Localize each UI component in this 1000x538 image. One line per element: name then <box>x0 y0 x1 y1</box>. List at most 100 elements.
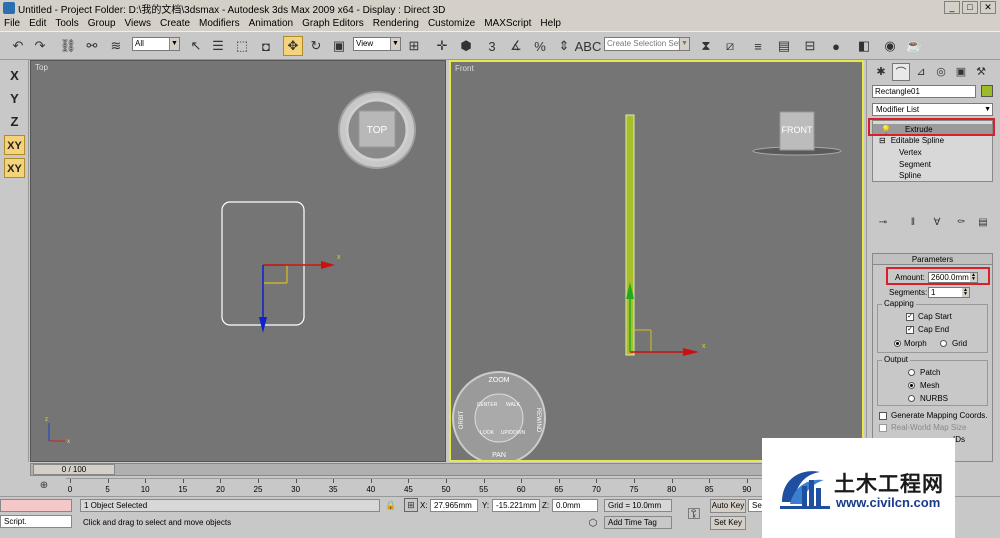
grid-radio[interactable] <box>940 340 947 347</box>
manipulate-icon[interactable]: ✛ <box>432 36 452 56</box>
script-field[interactable]: Script. <box>0 515 72 528</box>
modify-tab-icon[interactable]: ⌒ <box>892 63 910 81</box>
wheel-zoom[interactable]: ZOOM <box>489 377 510 384</box>
wheel-center[interactable]: CENTER <box>477 402 498 408</box>
menu-graph-editors[interactable]: Graph Editors <box>302 18 364 29</box>
wheel-walk[interactable]: WALK <box>506 402 521 408</box>
stack-item-spline[interactable]: Spline <box>873 170 992 181</box>
quick-render-icon[interactable]: ☕ <box>904 36 924 56</box>
motion-tab-icon[interactable]: ◎ <box>932 63 950 81</box>
menu-file[interactable]: File <box>4 18 20 29</box>
hierarchy-tab-icon[interactable]: ⊿ <box>912 63 930 81</box>
select-object-icon[interactable]: ↖ <box>186 36 206 56</box>
menu-rendering[interactable]: Rendering <box>373 18 419 29</box>
axis-z-button[interactable]: Z <box>4 112 25 132</box>
axis-x-button[interactable]: X <box>4 66 25 86</box>
maxscript-listener-field[interactable] <box>0 499 72 512</box>
spinner-arrows-icon[interactable]: ▲ ▼ <box>962 288 969 297</box>
keyboard-shortcut-icon[interactable]: ⬢ <box>456 36 476 56</box>
expand-icon[interactable]: ⊟ <box>879 136 886 145</box>
reference-coord-select[interactable]: View ▼ <box>353 37 401 51</box>
track-bar[interactable]: 0 5 10 15 20 25 30 35 40 45 50 55 60 65 70 75 80 85 90 <box>66 478 863 496</box>
undo-icon[interactable]: ↶ <box>8 36 28 56</box>
schematic-view-icon[interactable]: ⊟ <box>800 36 820 56</box>
wheel-orbit[interactable]: ORBIT <box>459 411 465 430</box>
unlink-icon[interactable]: ⚯ <box>82 36 102 56</box>
real-world-checkbox[interactable] <box>879 424 887 432</box>
menu-edit[interactable]: Edit <box>29 18 46 29</box>
configure-sets-icon[interactable]: ▤ <box>976 216 990 230</box>
add-time-tag-button[interactable]: Add Time Tag <box>604 516 672 529</box>
wheel-pan[interactable]: PAN <box>492 452 506 459</box>
rendered-frame-icon[interactable]: ◉ <box>880 36 900 56</box>
menu-modifiers[interactable]: Modifiers <box>199 18 240 29</box>
viewcube-top[interactable]: TOP <box>338 91 416 169</box>
select-scale-icon[interactable]: ▣ <box>329 36 349 56</box>
selection-filter-select[interactable]: All ▼ <box>132 37 180 51</box>
time-slider[interactable]: 0 / 100 <box>30 463 865 476</box>
mesh-radio[interactable] <box>908 382 915 389</box>
cap-end-checkbox[interactable]: ✓ <box>906 326 914 334</box>
rectangular-selection-icon[interactable]: ⬚ <box>232 36 252 56</box>
window-crossing-icon[interactable]: ◘ <box>256 36 276 56</box>
segments-spinner[interactable]: 1 ▲ ▼ <box>928 287 970 298</box>
minimize-button[interactable]: _ <box>944 1 960 14</box>
pin-stack-icon[interactable]: ⊸ <box>876 216 890 230</box>
edit-named-sets-icon[interactable]: ABC <box>575 36 602 56</box>
wheel-look[interactable]: LOOK <box>480 430 495 436</box>
redo-icon[interactable]: ↷ <box>30 36 50 56</box>
menu-group[interactable]: Group <box>88 18 116 29</box>
patch-radio[interactable] <box>908 369 915 376</box>
curve-editor-icon[interactable]: ▤ <box>774 36 794 56</box>
morph-radio[interactable] <box>894 340 901 347</box>
show-end-result-icon[interactable]: ‖ <box>906 216 920 230</box>
z-coordinate-field[interactable]: 0.0mm <box>552 499 598 512</box>
menu-help[interactable]: Help <box>540 18 561 29</box>
utilities-tab-icon[interactable]: ⚒ <box>972 63 990 81</box>
stack-item-segment[interactable]: Segment <box>873 159 992 170</box>
bind-space-warp-icon[interactable]: ≋ <box>106 36 126 56</box>
trackbar-icon[interactable]: ⊕ <box>37 480 51 492</box>
gen-mapping-checkbox[interactable] <box>879 412 887 420</box>
create-tab-icon[interactable]: ✱ <box>872 63 890 81</box>
make-unique-icon[interactable]: ∀ <box>930 216 944 230</box>
nurbs-radio[interactable] <box>908 395 915 402</box>
set-key-button[interactable]: Set Key <box>710 516 746 530</box>
wheel-rewind[interactable]: REWIND <box>535 408 541 433</box>
wheel-updown[interactable]: UP/DOWN <box>501 430 526 436</box>
menu-animation[interactable]: Animation <box>249 18 293 29</box>
move-gizmo[interactable]: x <box>259 254 341 333</box>
axis-y-button[interactable]: Y <box>4 89 25 109</box>
object-color-swatch[interactable] <box>981 85 993 97</box>
viewcube-front[interactable]: FRONT <box>752 111 842 156</box>
layer-manager-icon[interactable]: ≡ <box>748 36 768 56</box>
select-rotate-icon[interactable]: ↻ <box>306 36 326 56</box>
steering-wheel[interactable]: ZOOM PAN ORBIT REWIND CENTER WALK LOOK U… <box>452 371 546 460</box>
angle-snap-icon[interactable]: ∡ <box>506 36 526 56</box>
menu-customize[interactable]: Customize <box>428 18 475 29</box>
snap-toggle-icon[interactable]: 3 <box>482 36 502 56</box>
parameters-header[interactable]: Parameters <box>873 254 992 265</box>
menu-views[interactable]: Views <box>125 18 152 29</box>
stack-item-editable-spline[interactable]: ⊟ Editable Spline <box>873 135 992 146</box>
move-gizmo[interactable]: x <box>626 282 706 356</box>
axis-xy-button[interactable]: XY <box>4 135 25 155</box>
maximize-button[interactable]: □ <box>962 1 978 14</box>
select-move-icon[interactable]: ✥ <box>283 36 303 56</box>
modifier-list-select[interactable]: Modifier List ▼ <box>872 103 993 116</box>
absolute-mode-icon[interactable]: ⊞ <box>404 498 418 512</box>
menu-maxscript[interactable]: MAXScript <box>484 18 531 29</box>
axis-xy-cycle-button[interactable]: XY <box>4 158 25 178</box>
lock-selection-icon[interactable]: 🔒 <box>384 498 398 512</box>
viewport-top[interactable]: Top TOP x z x <box>30 60 446 462</box>
time-tag-icon[interactable]: ⬡ <box>586 516 600 530</box>
mirror-icon[interactable]: ⧗ <box>696 36 716 56</box>
align-icon[interactable]: ⧄ <box>720 36 740 56</box>
close-button[interactable]: ✕ <box>980 1 996 14</box>
time-slider-knob[interactable]: 0 / 100 <box>33 464 115 475</box>
stack-item-vertex[interactable]: Vertex <box>873 147 992 158</box>
spinner-snap-icon[interactable]: ⇕ <box>554 36 574 56</box>
y-coordinate-field[interactable]: -15.221mm <box>492 499 540 512</box>
material-editor-icon[interactable]: ● <box>826 36 846 56</box>
render-setup-icon[interactable]: ◧ <box>854 36 874 56</box>
